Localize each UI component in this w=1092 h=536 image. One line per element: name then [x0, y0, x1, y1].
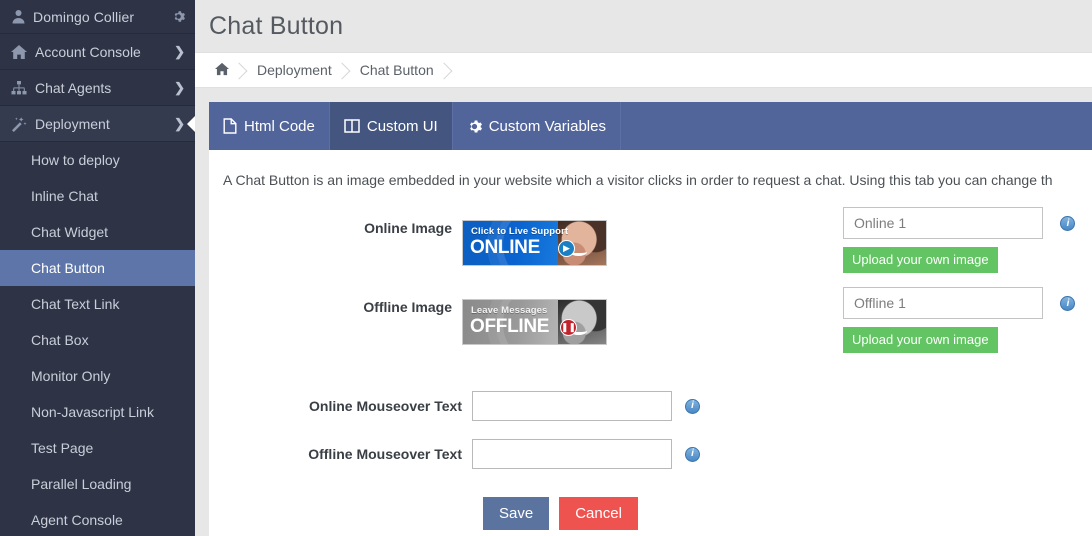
sidebar-item-parallel-loading[interactable]: Parallel Loading [0, 466, 195, 502]
sidebar-subitem-label: Parallel Loading [31, 476, 132, 492]
sidebar-user-header[interactable]: Domingo Collier [0, 0, 195, 34]
offline-image-select[interactable] [843, 287, 1043, 320]
sidebar-item-chat-widget[interactable]: Chat Widget [0, 214, 195, 250]
main-content: Chat Button Deployment Chat Button Html … [195, 0, 1092, 536]
sidebar-item-agent-console[interactable]: Agent Console [0, 502, 195, 536]
online-image-label: Online Image [364, 220, 452, 237]
sidebar-subitem-label: Monitor Only [31, 368, 111, 384]
info-icon[interactable]: i [1060, 216, 1076, 232]
breadcrumb: Deployment Chat Button [195, 52, 1092, 88]
offline-mouseover-label: Offline Mouseover Text [308, 446, 462, 463]
offline-image-controls: i Upload your own image [843, 287, 1076, 354]
sidebar-user-name: Domingo Collier [33, 8, 135, 25]
sidebar-item-chat-agents[interactable]: Chat Agents ❯ [0, 70, 195, 106]
columns-icon [344, 119, 360, 133]
sidebar-item-chat-box[interactable]: Chat Box [0, 322, 195, 358]
sidebar-item-how-to-deploy[interactable]: How to deploy [0, 142, 195, 178]
breadcrumb-item-chat-button[interactable]: Chat Button [352, 52, 454, 88]
online-image-select[interactable] [843, 207, 1043, 240]
chevron-down-icon: ❯ [174, 115, 185, 131]
info-icon[interactable]: i [1060, 296, 1076, 312]
sidebar-item-deployment[interactable]: Deployment ❯ [0, 106, 195, 142]
sidebar-item-chat-button[interactable]: Chat Button [0, 250, 195, 286]
sidebar: Domingo Collier Account Console ❯ Chat A… [0, 0, 195, 536]
sidebar-subitem-label: Non-Javascript Link [31, 404, 154, 420]
tab-label: Custom UI [366, 117, 438, 135]
tab-html-code[interactable]: Html Code [209, 102, 330, 150]
sidebar-item-account-console[interactable]: Account Console ❯ [0, 34, 195, 70]
sidebar-subitem-label: Test Page [31, 440, 94, 456]
online-art-main-text: ONLINE [470, 237, 540, 259]
magic-wand-icon [11, 116, 35, 132]
chevron-right-icon: ❯ [174, 79, 185, 95]
offline-art-main-text: OFFLINE [470, 316, 550, 338]
breadcrumb-label: Chat Button [359, 62, 434, 78]
settings-panel: A Chat Button is an image embedded in yo… [209, 150, 1092, 536]
home-icon [215, 62, 229, 79]
upload-offline-image-button[interactable]: Upload your own image [843, 327, 998, 354]
sidebar-subitem-label: Chat Widget [31, 224, 109, 240]
online-mouseover-row: Online Mouseover Text i [209, 391, 1092, 422]
online-art-top-text: Click to Live Support [471, 226, 569, 238]
sidebar-item-non-javascript-link[interactable]: Non-Javascript Link [0, 394, 195, 430]
sidebar-subitem-label: Chat Text Link [31, 296, 120, 312]
tab-custom-ui[interactable]: Custom UI [329, 102, 453, 150]
sidebar-subitem-label: Inline Chat [31, 188, 98, 204]
sidebar-item-label: Deployment [35, 115, 110, 132]
form-actions: Save Cancel [209, 497, 1092, 531]
online-image-preview[interactable]: Click to Live Support ONLINE ▶ [462, 220, 607, 267]
save-button[interactable]: Save [483, 497, 550, 531]
gear-icon [467, 119, 482, 134]
sidebar-subitem-label: Agent Console [31, 512, 123, 528]
info-icon[interactable]: i [685, 446, 700, 462]
sidebar-item-label: Account Console [35, 43, 141, 60]
user-icon [11, 9, 33, 24]
cancel-button[interactable]: Cancel [559, 497, 638, 531]
home-icon [11, 44, 35, 60]
file-icon [223, 118, 237, 134]
online-mouseover-input[interactable] [472, 391, 672, 422]
offline-image-label: Offline Image [363, 299, 452, 316]
online-image-controls: i Upload your own image [843, 207, 1076, 274]
sidebar-item-inline-chat[interactable]: Inline Chat [0, 178, 195, 214]
upload-online-image-button[interactable]: Upload your own image [843, 247, 998, 274]
breadcrumb-label: Deployment [257, 62, 332, 78]
info-icon[interactable]: i [685, 398, 700, 414]
sidebar-subitem-label: How to deploy [31, 152, 120, 168]
application-window: Domingo Collier Account Console ❯ Chat A… [0, 0, 1092, 536]
sidebar-item-label: Chat Agents [35, 79, 112, 96]
offline-art-top-text: Leave Messages [471, 305, 548, 317]
chat-button-form: Online Image Click to Live Support ONLIN… [209, 189, 1092, 531]
tab-bar: Html Code Custom UI Custom Variables [209, 102, 1092, 150]
sitemap-icon [11, 80, 35, 96]
panel-description: A Chat Button is an image embedded in yo… [223, 172, 1053, 188]
breadcrumb-home[interactable] [209, 52, 249, 88]
tab-custom-variables[interactable]: Custom Variables [453, 102, 621, 150]
offline-image-preview[interactable]: Leave Messages OFFLINE ❚❚ [462, 299, 607, 346]
sidebar-item-chat-text-link[interactable]: Chat Text Link [0, 286, 195, 322]
tab-label: Custom Variables [488, 117, 606, 135]
content-panel-wrapper: Html Code Custom UI Custom Variables A C… [195, 88, 1092, 536]
chevron-right-icon: ❯ [174, 43, 185, 59]
online-mouseover-label: Online Mouseover Text [309, 398, 462, 415]
sidebar-item-test-page[interactable]: Test Page [0, 430, 195, 466]
gear-icon[interactable] [172, 10, 185, 23]
offline-mouseover-input[interactable] [472, 439, 672, 470]
sidebar-subitem-label: Chat Button [31, 260, 105, 276]
breadcrumb-item-deployment[interactable]: Deployment [249, 52, 352, 88]
sidebar-subitem-label: Chat Box [31, 332, 89, 348]
tab-label: Html Code [244, 117, 315, 135]
offline-mouseover-row: Offline Mouseover Text i [209, 439, 1092, 470]
sidebar-item-monitor-only[interactable]: Monitor Only [0, 358, 195, 394]
page-title: Chat Button [209, 12, 344, 40]
